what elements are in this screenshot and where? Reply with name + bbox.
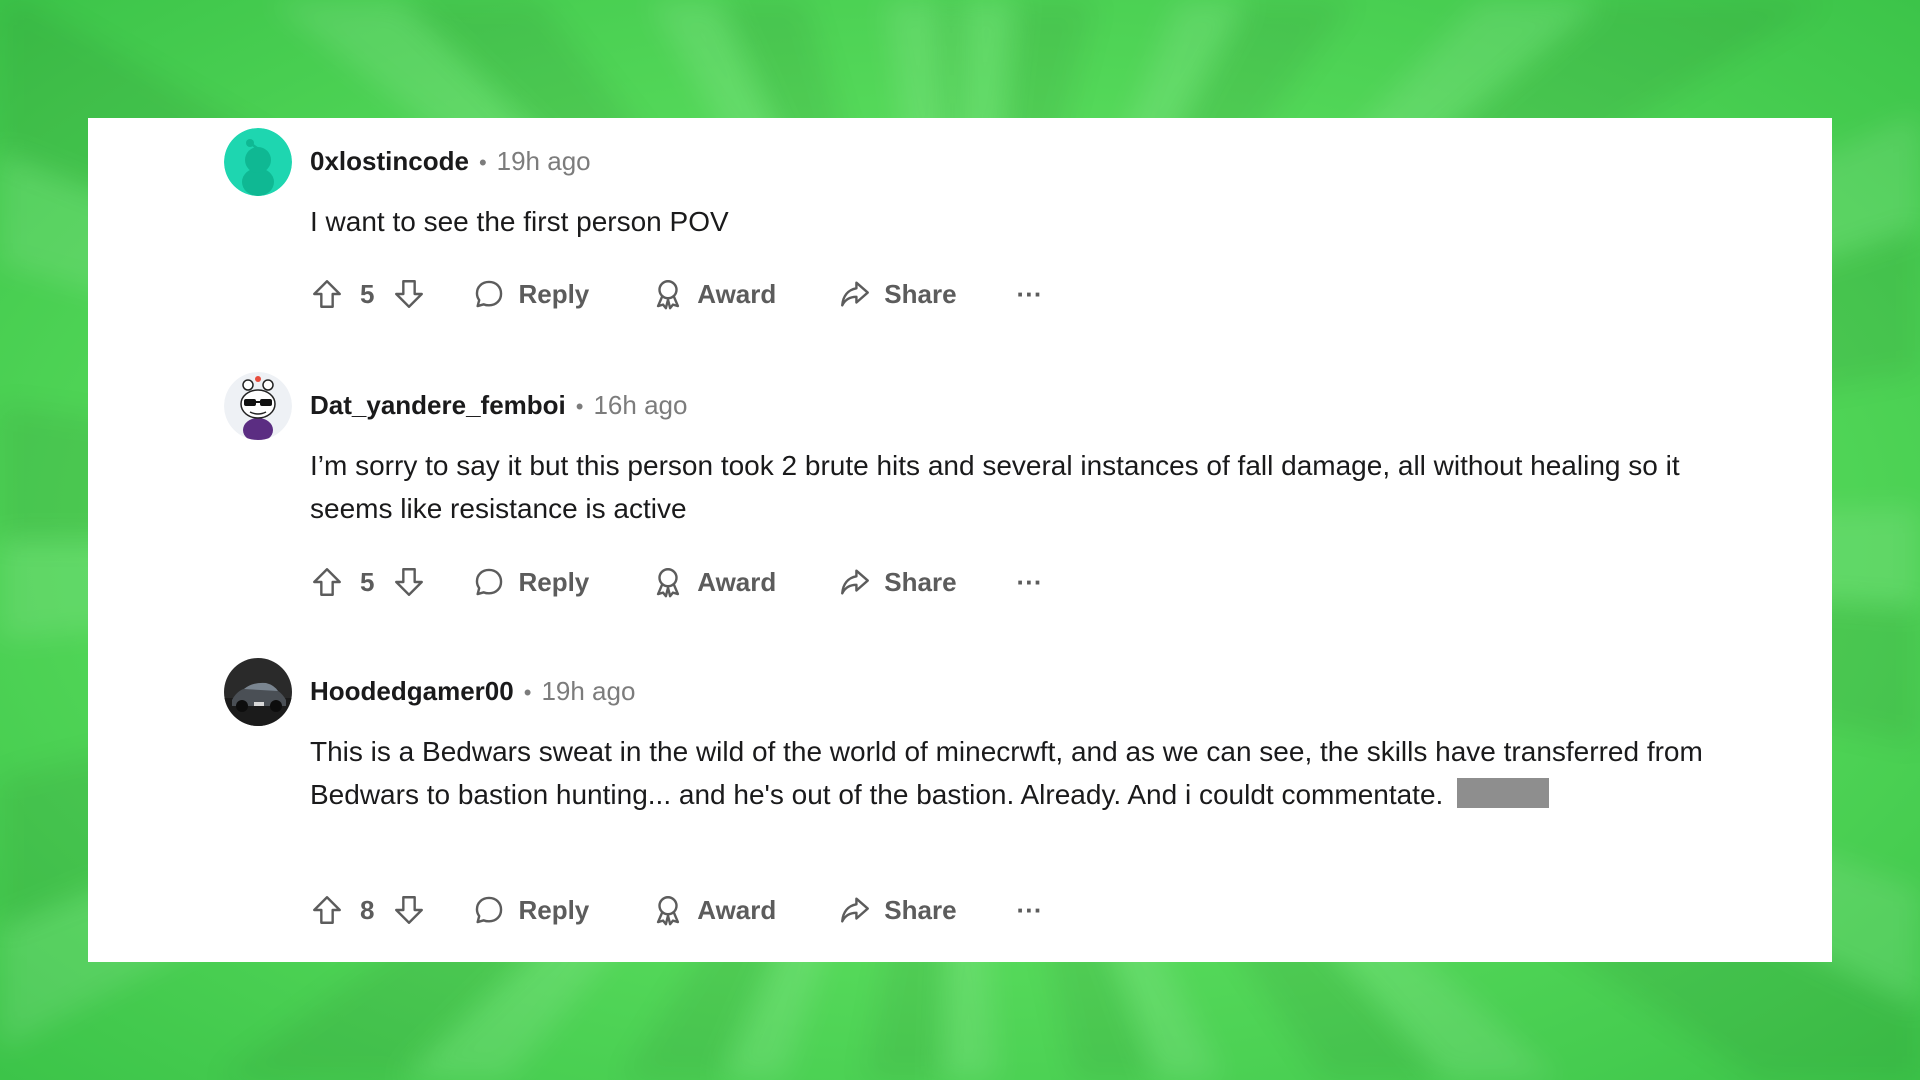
snoo-sunglasses-avatar[interactable] (224, 372, 292, 440)
username[interactable]: Hoodedgamer00 (310, 676, 514, 707)
share-button[interactable]: Share (838, 565, 957, 599)
award-icon (657, 568, 680, 598)
upvote-icon (313, 896, 341, 924)
comment-actions: 5 Reply Award Share ··· (310, 274, 1043, 314)
downvote-button[interactable] (392, 565, 426, 599)
award-label: Award (697, 894, 777, 925)
share-icon (841, 281, 870, 307)
timestamp[interactable]: 16h ago (593, 390, 687, 421)
downvote-button[interactable] (392, 893, 426, 927)
award-label: Award (697, 278, 777, 309)
upvote-button[interactable] (310, 565, 344, 599)
comment-1: 0xlostincode • 19h ago I want to see the… (224, 128, 1724, 328)
comment-actions: 8 Reply Award Share ··· (310, 890, 1043, 930)
reply-button[interactable]: Reply (472, 893, 589, 927)
car-photo-icon (224, 658, 292, 726)
vote-count: 5 (360, 278, 375, 309)
upvote-button[interactable] (310, 893, 344, 927)
share-label: Share (884, 566, 957, 597)
upvote-icon (313, 280, 341, 308)
upvote-icon (313, 568, 341, 596)
award-icon (657, 280, 680, 310)
share-button[interactable]: Share (838, 277, 957, 311)
timestamp[interactable]: 19h ago (541, 676, 635, 707)
vote-count: 8 (360, 894, 375, 925)
reply-label: Reply (518, 894, 590, 925)
comment-bubble-icon (476, 896, 503, 924)
share-icon (841, 569, 870, 595)
timestamp[interactable]: 19h ago (497, 146, 591, 177)
snoo-sunglasses-icon (224, 372, 292, 440)
username[interactable]: 0xlostincode (310, 146, 469, 177)
comment-2: Dat_yandere_femboi • 16h ago I’m sorry t… (224, 372, 1724, 612)
separator-dot: • (478, 150, 487, 175)
vote-count: 5 (360, 566, 375, 597)
separator-dot: • (523, 680, 532, 705)
share-label: Share (884, 278, 957, 309)
comment-actions: 5 Reply Award Share ··· (310, 562, 1043, 602)
redacted-block (1457, 778, 1550, 808)
award-label: Award (697, 566, 777, 597)
downvote-icon (395, 896, 424, 924)
car-photo-avatar[interactable] (224, 658, 292, 726)
downvote-icon (395, 568, 424, 596)
comment-bubble-icon (476, 568, 503, 596)
reply-button[interactable]: Reply (472, 565, 589, 599)
reply-button[interactable]: Reply (472, 277, 589, 311)
award-button[interactable]: Award (651, 565, 776, 599)
comment-body: I’m sorry to say it but this person took… (310, 450, 1680, 524)
award-icon (657, 896, 680, 926)
downvote-icon (395, 280, 424, 308)
share-label: Share (884, 894, 957, 925)
comment-header: Dat_yandere_femboi • 16h ago (310, 390, 687, 421)
share-button[interactable]: Share (838, 893, 957, 927)
more-options-button[interactable]: ··· (1017, 567, 1043, 598)
snoo-teal-avatar[interactable] (224, 128, 292, 196)
comment-body: I want to see the first person POV (310, 206, 729, 237)
snoo-teal-icon (224, 128, 292, 196)
comment-thread-card: 0xlostincode • 19h ago I want to see the… (88, 118, 1832, 962)
comment-bubble-icon (476, 280, 503, 308)
reply-label: Reply (518, 278, 590, 309)
award-button[interactable]: Award (651, 277, 776, 311)
downvote-button[interactable] (392, 277, 426, 311)
separator-dot: • (575, 394, 584, 419)
comment-3: Hoodedgamer00 • 19h ago This is a Bedwar… (224, 658, 1724, 948)
comment-header: 0xlostincode • 19h ago (310, 146, 591, 177)
comment-body: This is a Bedwars sweat in the wild of t… (310, 730, 1710, 816)
share-icon (841, 897, 870, 923)
award-button[interactable]: Award (651, 893, 776, 927)
username[interactable]: Dat_yandere_femboi (310, 390, 566, 421)
more-options-button[interactable]: ··· (1017, 895, 1043, 926)
more-options-button[interactable]: ··· (1017, 279, 1043, 310)
reply-label: Reply (518, 566, 590, 597)
comment-header: Hoodedgamer00 • 19h ago (310, 676, 635, 707)
upvote-button[interactable] (310, 277, 344, 311)
